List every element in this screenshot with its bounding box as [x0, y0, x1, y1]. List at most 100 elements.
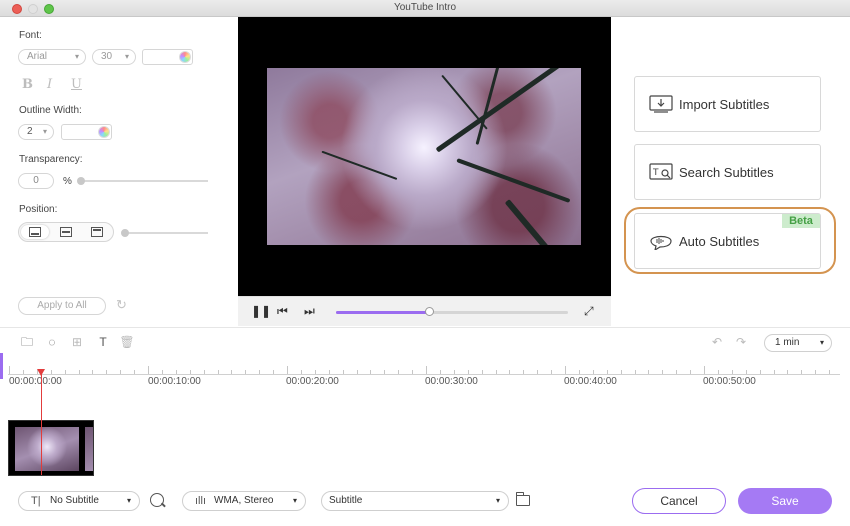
subtitle-select[interactable]: T| No Subtitle ▾ [18, 491, 140, 511]
ruler-tick [134, 370, 136, 374]
playback-progress-bar[interactable] [336, 307, 568, 316]
split-icon[interactable]: ⊞ [69, 335, 85, 349]
import-subtitles-card[interactable]: Import Subtitles [634, 76, 821, 132]
progress-fill [336, 311, 429, 314]
color-wheel-icon [98, 126, 110, 138]
ruler-tick [175, 370, 177, 374]
time-label: 00:00:20:00 [286, 376, 339, 387]
ruler-tick [9, 366, 10, 374]
import-subtitles-label: Import Subtitles [679, 97, 770, 112]
ruler-tick [690, 370, 692, 374]
position-top-button[interactable] [83, 225, 111, 239]
font-size-select[interactable]: 30 ▾ [92, 49, 136, 65]
position-bottom-button[interactable] [21, 225, 49, 239]
ruler-tick [453, 370, 455, 374]
chevron-down-icon: ▾ [42, 127, 47, 136]
slider-knob[interactable] [121, 229, 129, 237]
search-icon[interactable] [150, 493, 164, 507]
clip-frame [15, 427, 79, 471]
progress-handle[interactable] [424, 307, 434, 316]
ruler-tick [203, 370, 205, 374]
color-wheel-icon [179, 51, 191, 63]
auto-caption-icon[interactable]: ◌ [44, 335, 60, 349]
text-icon: T| [31, 495, 41, 507]
font-color-picker[interactable] [142, 49, 193, 65]
ruler-tick [78, 370, 80, 374]
fullscreen-icon[interactable]: ⤢ [584, 304, 594, 318]
position-slider[interactable] [121, 229, 208, 237]
next-frame-icon[interactable]: ⏭ [304, 304, 315, 318]
transparency-label: Transparency: [19, 154, 83, 165]
timeline-zoom-select[interactable]: 1 min ▾ [764, 334, 832, 352]
subtitle-track-value: Subtitle [329, 495, 363, 506]
video-clip-thumbnail[interactable] [8, 420, 94, 476]
audio-track-value: WMA, Stereo [214, 495, 274, 506]
ruler-tick [412, 370, 414, 374]
chevron-down-icon: ▾ [819, 338, 824, 347]
add-folder-icon[interactable]: 🗀 [19, 335, 35, 349]
ruler-tick [606, 370, 608, 374]
ruler-tick [384, 370, 386, 374]
audio-track-select[interactable]: ıllı WMA, Stereo ▾ [182, 491, 306, 511]
reset-icon[interactable]: ↻ [116, 298, 130, 312]
transparency-slider[interactable] [77, 177, 208, 185]
ruler-tick [829, 370, 831, 374]
ruler-tick [300, 370, 302, 374]
redo-icon[interactable]: ↷ [733, 335, 749, 349]
ruler-tick [495, 370, 497, 374]
ruler-tick [662, 370, 664, 374]
pause-icon[interactable]: ❚❚ [251, 304, 271, 318]
ruler-tick [592, 370, 594, 374]
main-content: Font: Arial ▾ 30 ▾ B I U Outline Width: … [0, 17, 850, 526]
ruler-tick [481, 370, 483, 374]
ruler-tick [398, 370, 400, 374]
ruler-tick [509, 370, 511, 374]
save-button[interactable]: Save [738, 488, 832, 514]
ruler-tick [551, 370, 553, 374]
add-text-icon[interactable]: T [95, 335, 111, 349]
slider-knob[interactable] [77, 177, 85, 185]
ruler-tick [314, 370, 316, 374]
ruler-tick [578, 370, 580, 374]
ruler-tick [648, 370, 650, 374]
position-middle-button[interactable] [52, 225, 80, 239]
undo-icon[interactable]: ↶ [709, 335, 725, 349]
apply-to-all-button[interactable]: Apply to All [18, 297, 106, 315]
player-controls: ❚❚ ⏮ ⏭ ⤢ [238, 296, 611, 326]
ruler-tick [148, 366, 149, 374]
timeline-left-marker [0, 353, 3, 379]
timeline-ruler[interactable] [8, 366, 840, 375]
font-family-select[interactable]: Arial ▾ [18, 49, 86, 65]
chevron-down-icon: ▾ [495, 496, 500, 505]
subtitle-track-select[interactable]: Subtitle ▾ [321, 491, 509, 511]
bold-button[interactable]: B [22, 77, 33, 92]
chevron-down-icon: ▾ [74, 52, 79, 61]
ruler-tick [717, 370, 719, 374]
ruler-tick [467, 370, 469, 374]
folder-icon[interactable] [515, 492, 530, 506]
ruler-tick [787, 370, 789, 374]
ruler-tick [370, 370, 372, 374]
outline-color-picker[interactable] [61, 124, 112, 140]
delete-icon[interactable]: 🗑 [119, 335, 135, 349]
font-family-value: Arial [27, 51, 48, 62]
window-title: YouTube Intro [393, 2, 457, 13]
ruler-tick [620, 370, 622, 374]
previous-frame-icon[interactable]: ⏮ [277, 304, 288, 318]
search-subtitles-card[interactable]: T Search Subtitles [634, 144, 821, 200]
ruler-tick [161, 370, 163, 374]
cancel-button[interactable]: Cancel [632, 488, 726, 514]
time-label: 00:00:10:00 [148, 376, 201, 387]
ruler-tick [523, 370, 525, 374]
playhead-handle[interactable] [37, 369, 45, 376]
align-middle-icon [60, 227, 72, 237]
ruler-tick [439, 370, 441, 374]
ruler-tick [565, 366, 566, 374]
outline-width-select[interactable]: 2 ▾ [18, 124, 54, 140]
position-label: Position: [19, 204, 58, 215]
transparency-input[interactable]: 0 [18, 173, 54, 189]
underline-button[interactable]: U [71, 77, 82, 92]
italic-button[interactable]: I [47, 77, 52, 92]
align-top-icon [91, 227, 103, 237]
ruler-tick [328, 370, 330, 374]
